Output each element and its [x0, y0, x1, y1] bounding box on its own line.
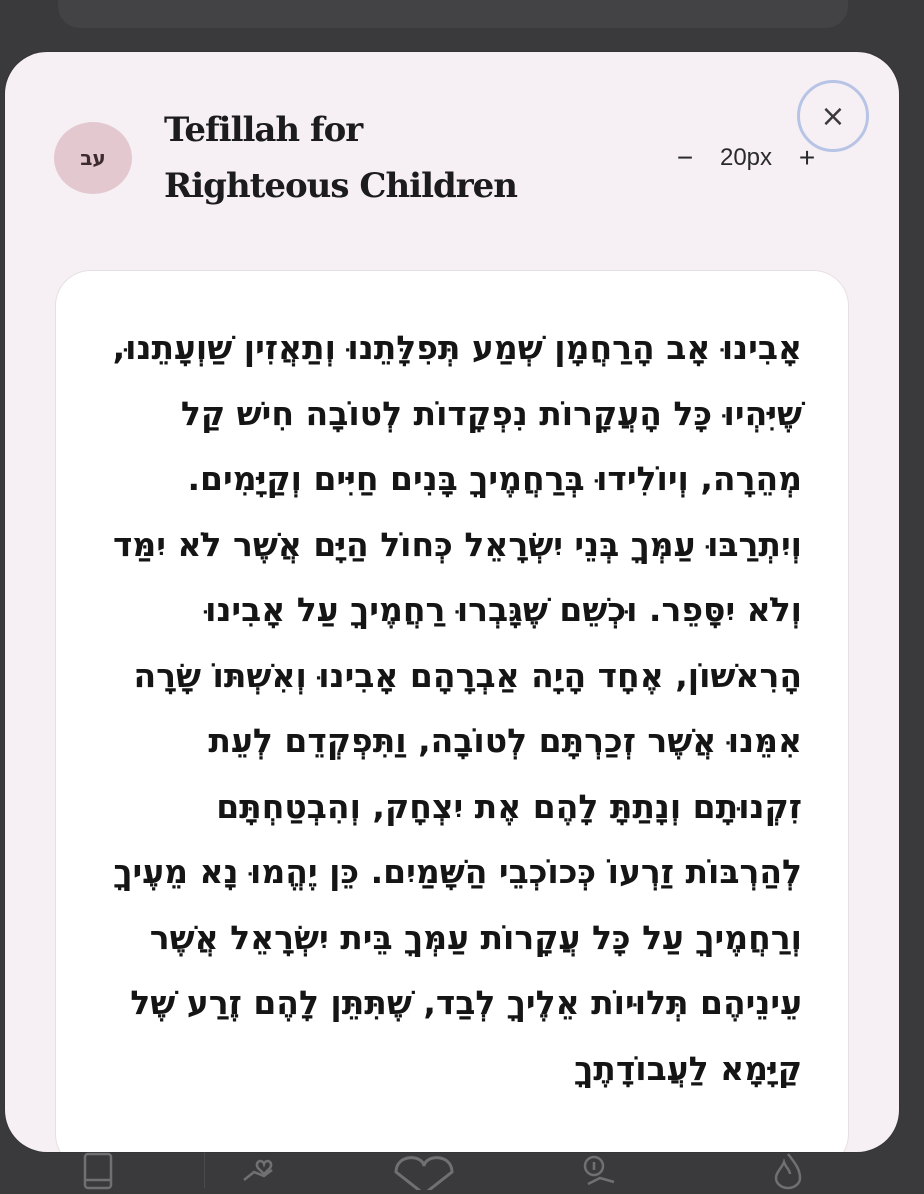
hand-heart-icon[interactable] — [238, 1150, 278, 1190]
prayer-title: Tefillah for Righteous Children — [164, 110, 518, 206]
font-size-control: − 20px + — [665, 140, 827, 176]
heart-icon[interactable] — [392, 1150, 456, 1194]
close-button[interactable]: × — [797, 80, 869, 152]
close-icon: × — [820, 98, 846, 134]
background-card — [58, 0, 848, 28]
prayer-sheet: עב Tefillah for Righteous Children − 20p… — [5, 52, 899, 1152]
book-icon[interactable] — [80, 1150, 120, 1190]
coin-hand-icon[interactable] — [580, 1150, 620, 1190]
flame-icon[interactable] — [768, 1150, 808, 1190]
tab-divider — [204, 1148, 205, 1188]
prayer-card: אָבִינוּ אָב הָרַחֲמָן שְׁמַע תְּפִלָּתֵ… — [55, 270, 849, 1152]
font-size-value: 20px — [719, 144, 773, 171]
decrease-font-button[interactable]: − — [665, 140, 705, 176]
language-toggle[interactable]: עב — [54, 122, 132, 194]
prayer-text: אָבִינוּ אָב הָרַחֲמָן שְׁמַע תְּפִלָּתֵ… — [112, 328, 802, 1088]
